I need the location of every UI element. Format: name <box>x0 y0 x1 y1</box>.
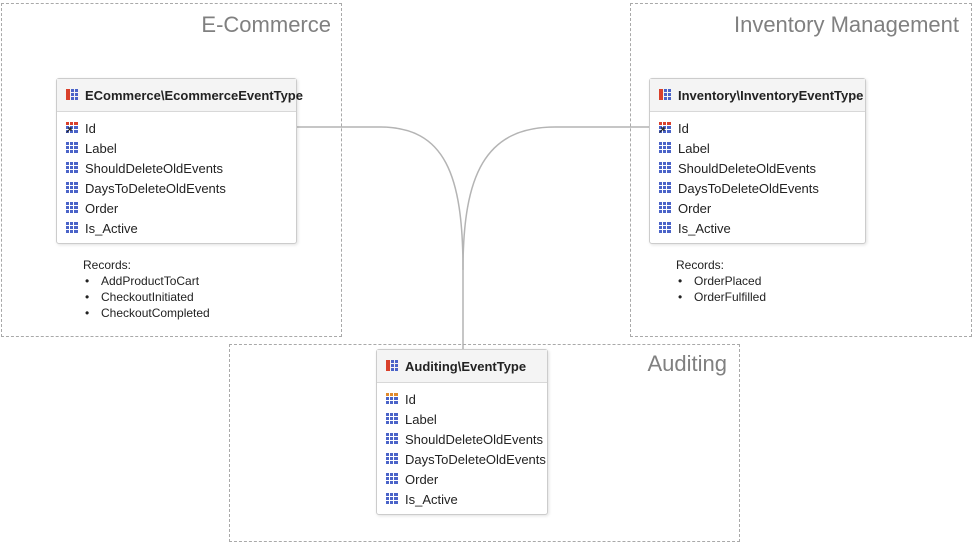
field-name: Id <box>678 120 689 136</box>
field-row[interactable]: Order <box>66 198 296 218</box>
entity-ecommerce-event-type[interactable]: ECommerce\EcommerceEventType Id Label Sh… <box>56 78 303 244</box>
field-row[interactable]: Label <box>66 138 296 158</box>
attribute-icon <box>66 161 79 176</box>
entity-header[interactable]: Auditing\EventType <box>377 350 547 383</box>
entity-name: Auditing\EventType <box>405 358 527 374</box>
field-name: Label <box>678 140 710 156</box>
attribute-icon <box>386 412 399 427</box>
field-name: DaysToDeleteOldEvents <box>85 180 226 196</box>
field-row[interactable]: ShouldDeleteOldEvents <box>386 429 547 449</box>
entity-header[interactable]: Inventory\InventoryEventType <box>650 79 865 112</box>
attribute-icon <box>66 141 79 156</box>
field-name: DaysToDeleteOldEvents <box>405 451 546 467</box>
connector-inventory-to-auditing <box>462 126 649 271</box>
field-name: Is_Active <box>405 491 458 507</box>
attribute-icon <box>386 432 399 447</box>
record-item: CheckoutCompleted <box>83 305 210 321</box>
field-row[interactable]: Id <box>386 389 547 409</box>
field-name: Label <box>85 140 117 156</box>
field-name: Is_Active <box>678 220 731 236</box>
region-title-ecommerce: E-Commerce <box>201 12 331 37</box>
field-row[interactable]: Id <box>66 118 296 138</box>
field-name: Id <box>405 391 416 407</box>
attribute-icon <box>66 201 79 216</box>
field-row[interactable]: DaysToDeleteOldEvents <box>386 449 547 469</box>
field-row[interactable]: Order <box>659 198 865 218</box>
records-heading: Records: <box>83 258 132 272</box>
attribute-icon <box>659 141 672 156</box>
region-title-auditing: Auditing <box>647 351 727 376</box>
attribute-icon <box>386 492 399 507</box>
table-icon <box>66 88 79 103</box>
field-name: Is_Active <box>85 220 138 236</box>
record-item: CheckoutInitiated <box>83 289 210 305</box>
field-name: Order <box>678 200 712 216</box>
field-name: ShouldDeleteOldEvents <box>85 160 224 176</box>
field-name: ShouldDeleteOldEvents <box>405 431 544 447</box>
field-row[interactable]: Is_Active <box>386 489 547 509</box>
field-row[interactable]: DaysToDeleteOldEvents <box>659 178 865 198</box>
field-name: ShouldDeleteOldEvents <box>678 160 817 176</box>
field-list: Id Label ShouldDeleteOldEvents DaysToDel… <box>377 383 547 509</box>
attribute-icon <box>386 472 399 487</box>
field-name: Label <box>405 411 437 427</box>
entity-name: ECommerce\EcommerceEventType <box>85 87 303 103</box>
field-row[interactable]: Is_Active <box>659 218 865 238</box>
attribute-icon <box>386 452 399 467</box>
field-list: Id Label ShouldDeleteOldEvents DaysToDel… <box>650 112 865 238</box>
field-row[interactable]: DaysToDeleteOldEvents <box>66 178 296 198</box>
field-name: Id <box>85 120 96 136</box>
entity-inventory-event-type[interactable]: Inventory\InventoryEventType Id Label Sh… <box>649 78 866 244</box>
primary-key-icon <box>386 392 399 407</box>
attribute-icon <box>659 161 672 176</box>
field-row[interactable]: Order <box>386 469 547 489</box>
entity-name: Inventory\InventoryEventType <box>678 87 864 103</box>
record-item: OrderPlaced <box>676 273 766 289</box>
attribute-icon <box>66 221 79 236</box>
records-note-ecommerce: Records: AddProductToCart CheckoutInitia… <box>83 257 210 321</box>
field-name: Order <box>405 471 439 487</box>
entity-header[interactable]: ECommerce\EcommerceEventType <box>57 79 303 112</box>
attribute-icon <box>659 181 672 196</box>
attribute-icon <box>659 201 672 216</box>
table-icon <box>659 88 672 103</box>
field-name: DaysToDeleteOldEvents <box>678 180 819 196</box>
record-item: OrderFulfilled <box>676 289 766 305</box>
records-list: AddProductToCart CheckoutInitiated Check… <box>83 273 210 321</box>
field-list: Id Label ShouldDeleteOldEvents DaysToDel… <box>57 112 296 238</box>
attribute-icon <box>66 181 79 196</box>
foreign-key-icon <box>659 121 672 136</box>
foreign-key-icon <box>66 121 79 136</box>
records-heading: Records: <box>676 258 725 272</box>
records-note-inventory: Records: OrderPlaced OrderFulfilled <box>676 257 766 305</box>
field-row[interactable]: Label <box>386 409 547 429</box>
field-row[interactable]: Id <box>659 118 865 138</box>
entity-auditing-event-type[interactable]: Auditing\EventType Id Label ShouldDelete… <box>376 349 548 515</box>
attribute-icon <box>659 221 672 236</box>
region-title-inventory: Inventory Management <box>733 12 959 37</box>
field-name: Order <box>85 200 119 216</box>
field-row[interactable]: Is_Active <box>66 218 296 238</box>
field-row[interactable]: Label <box>659 138 865 158</box>
record-item: AddProductToCart <box>83 273 210 289</box>
field-row[interactable]: ShouldDeleteOldEvents <box>66 158 296 178</box>
table-icon <box>386 359 399 374</box>
field-row[interactable]: ShouldDeleteOldEvents <box>659 158 865 178</box>
records-list: OrderPlaced OrderFulfilled <box>676 273 766 305</box>
